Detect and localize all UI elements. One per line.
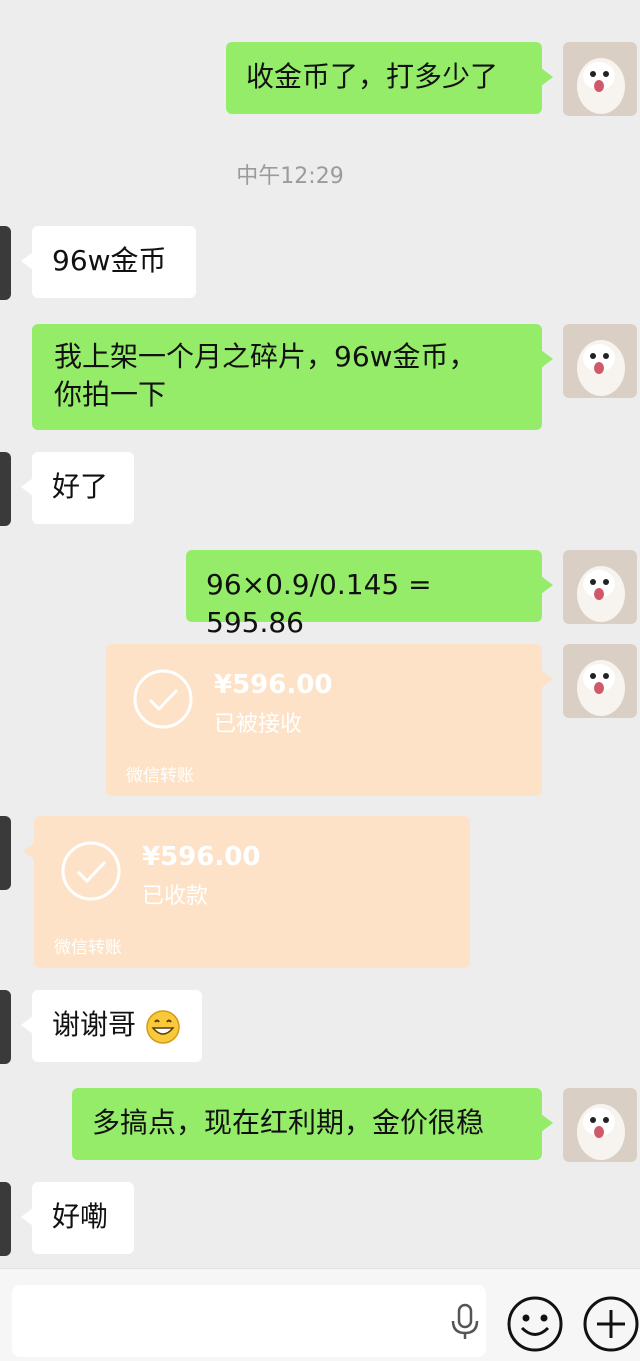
grin-emoji-icon bbox=[146, 1010, 180, 1044]
contact-avatar[interactable] bbox=[0, 226, 11, 300]
transfer-amount: ¥596.00 bbox=[142, 842, 261, 872]
message-bubble-incoming[interactable]: 好嘞 bbox=[21, 1182, 134, 1254]
plus-icon[interactable] bbox=[582, 1295, 640, 1353]
dog-avatar-icon bbox=[563, 42, 637, 116]
message-bubble-incoming[interactable]: 96w金币 bbox=[21, 226, 196, 298]
check-circle-icon bbox=[133, 669, 193, 729]
my-avatar[interactable] bbox=[563, 1088, 637, 1162]
transfer-card-outgoing[interactable]: ¥596.00 已被接收 微信转账 bbox=[106, 644, 553, 796]
message-bubble-outgoing[interactable]: 多搞点，现在红利期，金价很稳 bbox=[72, 1088, 553, 1160]
message-bubble-outgoing[interactable]: 我上架一个月之碎片，96w金币， 你拍一下 bbox=[32, 324, 553, 430]
transfer-status: 已被接收 bbox=[214, 712, 303, 737]
contact-avatar[interactable] bbox=[0, 990, 11, 1064]
message-bubble-incoming[interactable]: 好了 bbox=[21, 452, 134, 524]
contact-avatar[interactable] bbox=[0, 452, 11, 526]
transfer-source: 微信转账 bbox=[54, 938, 122, 958]
my-avatar[interactable] bbox=[563, 324, 637, 398]
transfer-amount: ¥596.00 bbox=[214, 670, 333, 700]
input-bar bbox=[0, 1268, 640, 1361]
message-text: 收金币了，打多少了 bbox=[246, 60, 499, 93]
message-text: 96w金币 bbox=[52, 244, 167, 277]
dog-avatar-icon bbox=[563, 324, 637, 398]
message-bubble-outgoing[interactable]: 96×0.9/0.145 = 595.86 bbox=[186, 550, 553, 639]
message-bubble-outgoing[interactable]: 收金币了，打多少了 bbox=[226, 42, 553, 114]
my-avatar[interactable] bbox=[563, 42, 637, 116]
message-input[interactable] bbox=[12, 1285, 486, 1357]
check-circle-icon bbox=[61, 841, 121, 901]
message-text: 96×0.9/0.145 = 595.86 bbox=[206, 568, 432, 639]
my-avatar[interactable] bbox=[563, 644, 637, 718]
message-text: 谢谢哥 bbox=[52, 1008, 137, 1041]
emoji-icon[interactable] bbox=[506, 1295, 564, 1353]
contact-avatar[interactable] bbox=[0, 816, 11, 890]
transfer-source: 微信转账 bbox=[126, 766, 194, 786]
timestamp: 中午12:29 bbox=[236, 164, 344, 189]
dog-avatar-icon bbox=[563, 1088, 637, 1162]
message-text-line: 我上架一个月之碎片，96w金币， bbox=[54, 340, 477, 373]
message-text: 好了 bbox=[52, 470, 109, 503]
transfer-card-incoming[interactable]: ¥596.00 已收款 微信转账 bbox=[23, 816, 470, 968]
message-text: 多搞点，现在红利期，金价很稳 bbox=[92, 1106, 485, 1139]
my-avatar[interactable] bbox=[563, 550, 637, 624]
dog-avatar-icon bbox=[563, 644, 637, 718]
contact-avatar[interactable] bbox=[0, 1182, 11, 1256]
dog-avatar-icon bbox=[563, 550, 637, 624]
mic-icon[interactable] bbox=[448, 1303, 482, 1341]
transfer-status: 已收款 bbox=[142, 884, 209, 909]
message-text: 好嘞 bbox=[52, 1200, 109, 1233]
message-text-line: 你拍一下 bbox=[54, 378, 167, 411]
message-bubble-incoming[interactable]: 谢谢哥 bbox=[21, 990, 202, 1062]
